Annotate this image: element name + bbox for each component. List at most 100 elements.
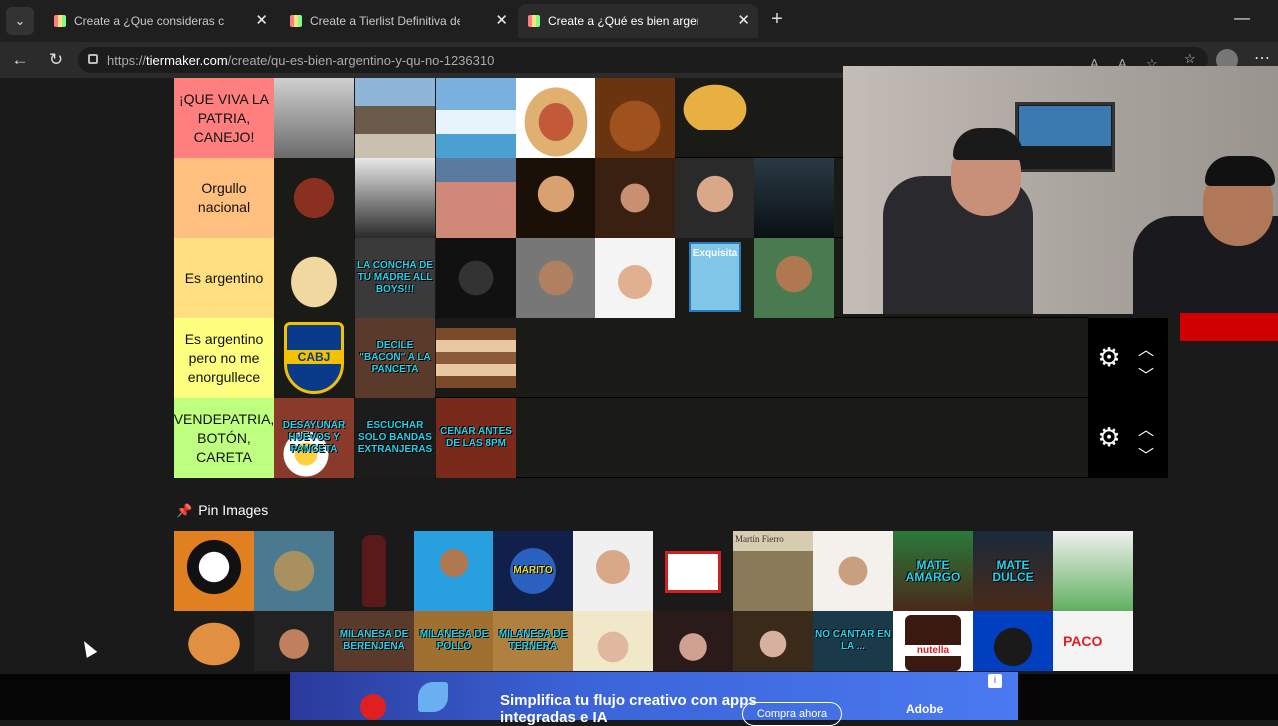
more-options-icon[interactable]: ⋯ <box>1254 48 1270 68</box>
pin-images-title: Pin Images <box>198 502 269 518</box>
tiermaker-favicon-icon <box>528 15 540 27</box>
tab-1[interactable]: Create a ¿Que consideras como ir ✕ <box>44 4 276 38</box>
tab-2-title: Create a Tierlist Definitiva de Com <box>310 14 460 28</box>
martin-fierro-tile[interactable]: Martín Fierro <box>733 531 813 611</box>
tile-caption: MATE DULCE <box>992 558 1034 584</box>
tier-row-5[interactable]: VENDEPATRIA, BOTÓN, CARETA DESAYUNAR HUE… <box>174 398 1088 478</box>
ad-buy-button[interactable]: Compra ahora <box>742 702 842 726</box>
milanesa-pollo-tile[interactable]: MILANESA DE POLLO <box>414 611 494 671</box>
portrait-tile[interactable] <box>274 78 354 158</box>
tab-2[interactable]: Create a Tierlist Definitiva de Com ✕ <box>280 4 516 38</box>
person-curly-hair-tile[interactable] <box>595 158 675 238</box>
oreo-tile[interactable] <box>973 611 1053 671</box>
nutella-tile[interactable]: nutella <box>893 611 973 671</box>
close-icon[interactable]: ✕ <box>495 4 508 38</box>
chevron-up-icon[interactable]: ︿ <box>1136 336 1156 360</box>
person-suit-tile[interactable] <box>675 158 755 238</box>
malvinas-map-tile[interactable] <box>254 531 334 611</box>
tier-label-2[interactable]: Orgullo nacional <box>174 158 274 238</box>
smiling-woman-tile[interactable] <box>733 611 813 671</box>
chocotorta-tile[interactable] <box>436 328 516 388</box>
tab-actions-menu-button[interactable]: ⌄ <box>6 7 34 35</box>
pin-icon: 📌 <box>176 503 193 518</box>
gear-icon[interactable]: ⚙ <box>1096 424 1122 450</box>
all-boys-insult-tile[interactable]: LA CONCHA DE TU MADRE ALL BOYS!!! <box>355 238 435 318</box>
back-arrow-icon[interactable]: ← <box>9 50 31 70</box>
no-cantar-tile[interactable]: NO CANTAR EN LA ... <box>813 611 893 671</box>
tab-3-active[interactable]: Create a ¿Qué es bien argentino y ✕ <box>518 4 758 38</box>
young-man-tile[interactable] <box>754 238 834 318</box>
refresh-icon[interactable]: ↻ <box>45 50 67 70</box>
waterfall-tile[interactable] <box>355 78 435 158</box>
tier-label-4[interactable]: Es argentino pero no me enorgullece <box>174 318 274 398</box>
bacon-tile[interactable]: DECILE "BACON" A LA PANCETA <box>355 318 435 398</box>
tile-caption: DESAYUNAR HUEVOS Y PANCETA <box>282 420 346 455</box>
adobe-ad-banner[interactable]: Simplifica tu flujo creativo con apps in… <box>290 672 1018 726</box>
tile-caption: MILANESA DE POLLO <box>419 629 489 652</box>
ad-info-icon[interactable]: i <box>988 674 1002 688</box>
mafalda-tile[interactable] <box>174 531 254 611</box>
dulce-de-leche-tile[interactable] <box>595 78 675 158</box>
close-icon[interactable]: ✕ <box>737 4 750 38</box>
pin-images-header[interactable]: 📌 Pin Images <box>176 502 268 519</box>
milanesa-ternera-tile[interactable]: MILANESA DE TERNERA <box>493 611 573 671</box>
wrestler-tile[interactable] <box>436 238 516 318</box>
choripan-tile[interactable] <box>516 78 596 158</box>
minimize-button[interactable]: — <box>1234 10 1250 28</box>
band-tile[interactable] <box>754 158 834 238</box>
candy-box-tile[interactable] <box>653 531 733 611</box>
tier-row-4[interactable]: Es argentino pero no me enorgullece CABJ… <box>174 318 1088 398</box>
streamer-tile[interactable] <box>595 238 675 318</box>
favorites-icon[interactable]: ☆ <box>1184 51 1196 67</box>
tab-3-title: Create a ¿Qué es bien argentino y <box>548 14 698 28</box>
tier-label-1[interactable]: ¡QUE VIVA LA PATRIA, CANEJO! <box>174 78 274 158</box>
chevron-up-icon[interactable]: ︿ <box>1136 416 1156 440</box>
tile-caption: MILANESA DE BERENJENA <box>339 629 409 652</box>
exquisita-box-tile[interactable]: Exquisita <box>675 238 755 318</box>
milanesa-berenjena-tile[interactable]: MILANESA DE BERENJENA <box>334 611 414 671</box>
dinner-early-tile[interactable]: CENAR ANTES DE LAS 8PM <box>436 398 516 478</box>
book-cover-tile[interactable] <box>813 531 893 611</box>
tab-1-title: Create a ¿Que consideras como ir <box>74 14 224 28</box>
gear-icon[interactable]: ⚙ <box>1096 344 1122 370</box>
paco-tile[interactable]: PACO <box>1053 611 1133 671</box>
foreign-bands-tile[interactable]: ESCUCHAR SOLO BANDAS EXTRANJERAS <box>355 398 435 478</box>
tile-caption: MATE AMARGO <box>905 558 961 584</box>
glacier-tile[interactable] <box>436 78 516 158</box>
close-icon[interactable]: ✕ <box>255 4 268 38</box>
blonde-woman-tile[interactable] <box>573 611 653 671</box>
tier-label-5[interactable]: VENDEPATRIA, BOTÓN, CARETA <box>174 398 274 478</box>
singer-tile[interactable] <box>516 158 596 238</box>
medialunas-tile[interactable] <box>174 611 254 671</box>
tile-caption: Marito <box>513 565 553 576</box>
new-tab-button[interactable]: + <box>766 8 788 30</box>
borges-tile[interactable] <box>355 158 435 238</box>
footballer-tile[interactable] <box>414 531 494 611</box>
marito-tile[interactable]: Marito <box>493 531 573 611</box>
boca-juniors-crest-tile[interactable]: CABJ <box>274 318 354 398</box>
tile-caption: LA CONCHA DE TU MADRE ALL BOYS!!! <box>357 260 433 295</box>
tier-label-3[interactable]: Es argentino <box>174 238 274 318</box>
dark-hair-woman-tile[interactable] <box>653 611 733 671</box>
tier-5-controls: ⚙ ︿ ﹀ <box>1088 398 1168 478</box>
soda-bottle-tile[interactable] <box>334 531 414 611</box>
url-text: https://tiermaker.com/create/qu-es-bien-… <box>107 53 495 68</box>
chevron-down-icon[interactable]: ﹀ <box>1136 362 1156 386</box>
exquisita-text: Exquisita <box>692 248 738 259</box>
asado-tile[interactable] <box>274 158 354 238</box>
breakfast-tile[interactable]: DESAYUNAR HUEVOS Y PANCETA <box>274 398 354 478</box>
mate-tile[interactable] <box>1053 531 1133 611</box>
person-grey-hair-tile[interactable] <box>516 238 596 318</box>
chipa-tile[interactable] <box>675 78 755 130</box>
flower-icon <box>360 694 386 720</box>
mate-dulce-tile[interactable]: MATE DULCE <box>973 531 1053 611</box>
butterfly-icon <box>418 682 448 712</box>
chevron-down-icon[interactable]: ﹀ <box>1136 442 1156 466</box>
ad-text: Simplifica tu flujo creativo con apps in… <box>500 692 757 726</box>
messi-tile[interactable] <box>254 611 334 671</box>
tier-4-controls: ⚙ ︿ ﹀ <box>1088 318 1168 398</box>
bearded-man-tile[interactable] <box>573 531 653 611</box>
alfajores-tile[interactable] <box>274 238 354 318</box>
casa-rosada-tile[interactable] <box>436 158 516 238</box>
mate-amargo-tile[interactable]: MATE AMARGO <box>893 531 973 611</box>
